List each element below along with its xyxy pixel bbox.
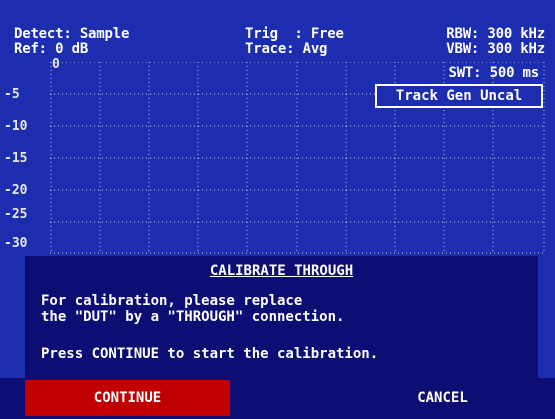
dialog-message-line-2: the "DUT" by a "THROUGH" connection. xyxy=(41,309,345,325)
detector-readout: Detect: Sample xyxy=(14,26,130,42)
continue-button[interactable]: CONTINUE xyxy=(25,380,230,416)
trigger-readout: Trig : Free xyxy=(245,26,344,42)
trace-readout: Trace: Avg xyxy=(245,41,328,57)
y-tick-minus15: -15 xyxy=(4,151,28,166)
dialog-message-line-3: Press CONTINUE to start the calibration. xyxy=(41,346,379,362)
reference-level-readout: Ref: 0 dB xyxy=(14,41,89,57)
cancel-button[interactable]: CANCEL xyxy=(340,380,545,416)
dialog-title: CALIBRATE THROUGH xyxy=(25,263,538,279)
analyzer-screen: Detect: Sample Ref: 0 dB Trig : Free Tra… xyxy=(0,0,555,419)
y-tick-minus30: -30 xyxy=(4,236,28,251)
y-tick-minus10: -10 xyxy=(4,119,28,134)
dialog-title-text: CALIBRATE THROUGH xyxy=(209,263,354,279)
y-tick-minus5: -5 xyxy=(4,87,20,102)
y-tick-minus20: -20 xyxy=(4,183,28,198)
track-gen-status-badge: Track Gen Uncal xyxy=(375,84,543,108)
vbw-readout: VBW: 300 kHz xyxy=(446,41,545,57)
y-tick-minus25: -25 xyxy=(4,207,28,222)
y-tick-0: 0 xyxy=(52,57,60,72)
calibration-dialog: CALIBRATE THROUGH For calibration, pleas… xyxy=(25,256,538,378)
dialog-message-line-1: For calibration, please replace xyxy=(41,293,303,309)
rbw-readout: RBW: 300 kHz xyxy=(446,26,545,42)
